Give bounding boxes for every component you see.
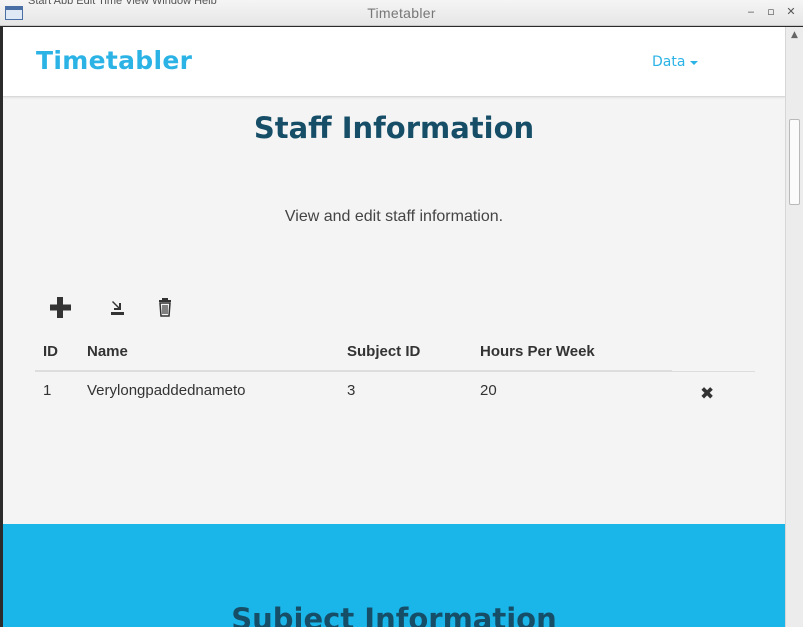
maximize-button[interactable]: ▫: [763, 4, 779, 20]
plus-icon: [50, 297, 71, 318]
brand-logo[interactable]: Timetabler: [36, 46, 192, 75]
scroll-up-icon[interactable]: ▲: [786, 27, 803, 43]
cell-id[interactable]: 1: [35, 371, 79, 409]
cell-name[interactable]: Verylongpaddednameto: [79, 371, 339, 409]
data-dropdown[interactable]: Data: [652, 54, 699, 70]
window-title: Timetabler: [367, 5, 436, 21]
trash-icon: [159, 298, 171, 317]
remove-row-icon[interactable]: ✖: [700, 384, 714, 404]
subject-section-title: Subject Information: [231, 602, 557, 627]
column-header-subject-id[interactable]: Subject ID: [339, 333, 472, 372]
data-dropdown-label: Data: [652, 54, 686, 70]
column-header-actions: [672, 333, 755, 372]
column-header-hours-per-week[interactable]: Hours Per Week: [472, 333, 672, 372]
column-header-id[interactable]: ID: [35, 333, 79, 372]
window-controls: ‒ ▫ ✕: [743, 4, 799, 20]
staff-table: ID Name Subject ID Hours Per Week 1 Very…: [35, 333, 755, 409]
close-button[interactable]: ✕: [783, 4, 799, 20]
cell-actions: ✖: [672, 371, 755, 409]
staff-table-header: ID Name Subject ID Hours Per Week: [35, 333, 755, 372]
vertical-scrollbar[interactable]: ▲: [785, 27, 803, 627]
window-titlebar: Start App Edit Time View Window Help Tim…: [0, 0, 803, 26]
scrollbar-thumb[interactable]: [789, 119, 800, 205]
minimize-button[interactable]: ‒: [743, 4, 759, 20]
cell-subject-id[interactable]: 3: [339, 371, 472, 409]
staff-section-title: Staff Information: [253, 111, 535, 145]
caret-down-icon: [690, 61, 699, 65]
staff-toolbar: [48, 295, 198, 323]
import-icon: [111, 301, 124, 315]
page-viewport: Timetabler Data Staff Information View a…: [3, 27, 785, 627]
add-staff-button[interactable]: [48, 295, 74, 321]
table-row[interactable]: 1 Verylongpaddednameto 3 20 ✖: [35, 371, 755, 409]
window-menu-strip: Start App Edit Time View Window Help: [0, 0, 803, 4]
subject-section: Subject Information: [3, 524, 785, 627]
column-header-name[interactable]: Name: [79, 333, 339, 372]
navbar: Timetabler Data: [3, 27, 785, 97]
cell-hours-per-week[interactable]: 20: [472, 371, 672, 409]
import-staff-button[interactable]: [105, 295, 131, 321]
staff-section-subtitle: View and edit staff information.: [284, 208, 504, 225]
delete-staff-button[interactable]: [152, 295, 178, 321]
